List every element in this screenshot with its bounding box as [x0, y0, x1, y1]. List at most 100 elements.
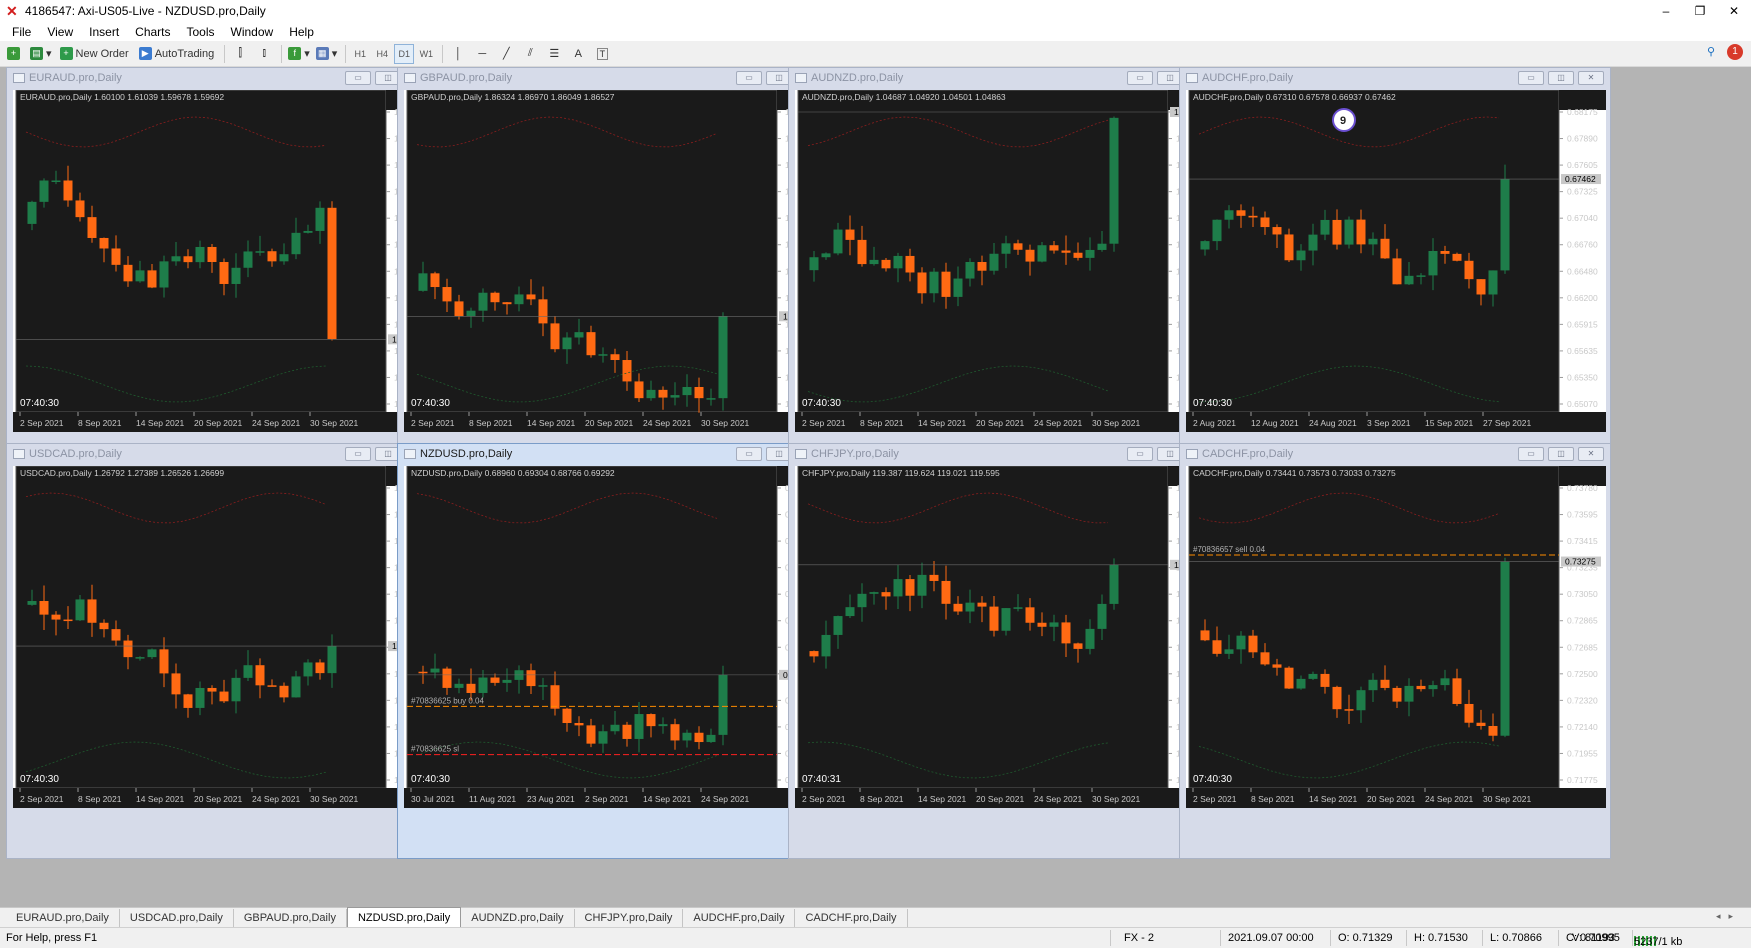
price-tick-label: 0.65070: [1567, 399, 1598, 409]
date-tick-label: 20 Sep 2021: [585, 418, 633, 428]
chart-window[interactable]: CADCHF.pro,Daily ▭ ◫ ✕ 0.73780 0.73595 0.73415…: [1179, 443, 1611, 859]
chart-tab[interactable]: USDCAD.pro,Daily: [120, 909, 234, 927]
horizontal-line-tool[interactable]: ─: [471, 44, 493, 64]
new-chart-button[interactable]: +: [4, 44, 26, 64]
chart-info-line: AUDNZD.pro,Daily 1.04687 1.04920 1.04501…: [802, 92, 1006, 102]
price-tick-label: 0.67890: [1567, 134, 1598, 144]
chart-window[interactable]: NZDUSD.pro,Daily▭◫✕0.716150.712850.70955…: [397, 443, 829, 859]
menu-window[interactable]: Window: [223, 25, 282, 39]
auto-trading-button[interactable]: ▶ AutoTrading: [135, 44, 219, 64]
new-chart-icon: +: [7, 47, 20, 60]
chart-window-icon: [795, 449, 807, 459]
timeframe-d1[interactable]: D1: [394, 43, 415, 64]
fibonacci-icon: ☰: [549, 48, 560, 60]
date-tick-label: 14 Sep 2021: [643, 794, 691, 804]
date-tick-label: 14 Sep 2021: [136, 794, 184, 804]
chart-window[interactable]: GBPAUD.pro,Daily▭◫✕1.895001.891101.88720…: [397, 67, 829, 483]
date-tick-label: 20 Sep 2021: [1367, 794, 1415, 804]
chart-info-line: CADCHF.pro,Daily 0.73441 0.73573 0.73033…: [1193, 468, 1396, 478]
close-button[interactable]: ✕: [1717, 0, 1751, 22]
menu-insert[interactable]: Insert: [81, 25, 127, 39]
price-tick-label: 0.71775: [1567, 775, 1598, 785]
new-order-button[interactable]: + New Order: [56, 44, 133, 64]
price-chart[interactable]: 1.288701.285001.281401.277701.274101.270…: [13, 466, 433, 808]
chart-tab[interactable]: GBPAUD.pro,Daily: [234, 909, 347, 927]
date-tick-label: 14 Sep 2021: [918, 418, 966, 428]
menu-file[interactable]: File: [4, 25, 39, 39]
timeframe-w1[interactable]: W1: [416, 44, 436, 64]
chart-window[interactable]: AUDCHF.pro,Daily ▭ ◫ ✕ 0.68175 0.67890 0.67605…: [1179, 67, 1611, 483]
chart-minimize-button[interactable]: ▭: [1518, 447, 1544, 461]
server-clock: 07:40:30: [1193, 398, 1232, 409]
chart-window[interactable]: CHFJPY.pro,Daily▭◫✕120.350120.090119.830…: [788, 443, 1220, 859]
channel-tool[interactable]: ⫽: [519, 44, 541, 64]
price-tick-label: 0.67325: [1567, 187, 1598, 197]
price-chart[interactable]: 1.622651.619651.616651.613651.610651.607…: [13, 90, 433, 432]
chart-minimize-button[interactable]: ▭: [1518, 71, 1544, 85]
chart-tab[interactable]: CHFJPY.pro,Daily: [575, 909, 684, 927]
restore-button[interactable]: ❐: [1683, 0, 1717, 22]
chart-window-icon: [13, 73, 25, 83]
label-tool-icon: T: [596, 47, 609, 60]
chart-tab[interactable]: AUDNZD.pro,Daily: [461, 909, 575, 927]
chart-maximize-button[interactable]: ◫: [1548, 71, 1574, 85]
date-tick-label: 24 Sep 2021: [252, 418, 300, 428]
chart-window[interactable]: AUDNZD.pro,Daily▭◫✕1.048631.046751.04485…: [788, 67, 1220, 483]
price-chart[interactable]: 1.048631.046751.044851.042901.041001.039…: [795, 90, 1215, 432]
text-tool[interactable]: A: [567, 44, 589, 64]
profiles-button[interactable]: ▤ ▾: [28, 44, 54, 64]
notification-badge[interactable]: 1: [1727, 44, 1743, 60]
timeframe-h1[interactable]: H1: [350, 44, 370, 64]
tab-scroll-arrows[interactable]: ◂▸: [1716, 911, 1741, 922]
chart-window[interactable]: EURAUD.pro,Daily▭◫✕1.622651.619651.61665…: [6, 67, 438, 483]
label-tool[interactable]: T: [591, 44, 613, 64]
templates-button[interactable]: ▦ ▾: [314, 44, 340, 64]
chart-tab[interactable]: CADCHF.pro,Daily: [795, 909, 908, 927]
menu-charts[interactable]: Charts: [127, 25, 178, 39]
candlestick-button[interactable]: ⫾: [253, 44, 275, 64]
menu-view[interactable]: View: [39, 25, 81, 39]
minimize-button[interactable]: –: [1649, 0, 1683, 22]
chart-minimize-button[interactable]: ▭: [1127, 447, 1153, 461]
chart-maximize-button[interactable]: ◫: [1548, 447, 1574, 461]
chart-minimize-button[interactable]: ▭: [736, 71, 762, 85]
chart-tab[interactable]: NZDUSD.pro,Daily: [346, 907, 462, 927]
menu-tools[interactable]: Tools: [179, 25, 223, 39]
date-tick-label: 24 Sep 2021: [252, 794, 300, 804]
indicators-button[interactable]: f ▾: [286, 44, 312, 64]
chart-minimize-button[interactable]: ▭: [1127, 71, 1153, 85]
chart-tab[interactable]: EURAUD.pro,Daily: [6, 909, 120, 927]
search-icon[interactable]: ⚲: [1707, 45, 1715, 58]
chart-minimize-button[interactable]: ▭: [736, 447, 762, 461]
fibonacci-tool[interactable]: ☰: [543, 44, 565, 64]
price-chart[interactable]: 0.737800.735950.734150.732350.730500.728…: [1186, 466, 1606, 808]
timeframe-h4[interactable]: H4: [372, 44, 392, 64]
date-tick-label: 24 Aug 2021: [1309, 418, 1357, 428]
chart-info-line: AUDCHF.pro,Daily 0.67310 0.67578 0.66937…: [1193, 92, 1396, 102]
price-tick-label: 0.66760: [1567, 240, 1598, 250]
chart-close-button[interactable]: ✕: [1578, 447, 1604, 461]
price-chart[interactable]: 120.350120.090119.830119.565119.305119.0…: [795, 466, 1215, 808]
price-chart[interactable]: 0.716150.712850.709550.706250.702950.699…: [404, 466, 824, 808]
trendline-tool[interactable]: ╱: [495, 44, 517, 64]
bar-low: L: 0.70866: [1490, 932, 1542, 944]
chart-window[interactable]: USDCAD.pro,Daily▭◫✕1.288701.285001.28140…: [6, 443, 438, 859]
date-tick-label: 24 Sep 2021: [701, 794, 749, 804]
chart-tab[interactable]: AUDCHF.pro,Daily: [683, 909, 796, 927]
price-tick-label: 0.72865: [1567, 616, 1598, 626]
vertical-line-tool[interactable]: │: [447, 44, 469, 64]
candle: [718, 665, 728, 746]
date-tick-label: 2 Aug 2021: [1193, 418, 1236, 428]
price-chart[interactable]: 0.68175 0.67890 0.67605 0.67325 0.67040 0.667…: [1186, 90, 1606, 432]
bar-chart-button[interactable]: ⫿: [229, 44, 251, 64]
title-bar: ✕ 4186547: Axi-US05-Live - NZDUSD.pro,Da…: [0, 0, 1751, 22]
price-tick-label: 0.65635: [1567, 346, 1598, 356]
chart-minimize-button[interactable]: ▭: [345, 71, 371, 85]
date-tick-label: 24 Sep 2021: [643, 418, 691, 428]
price-chart[interactable]: 1.895001.891101.887201.883401.879501.875…: [404, 90, 824, 432]
chart-close-button[interactable]: ✕: [1578, 71, 1604, 85]
alert-badge[interactable]: 9: [1332, 108, 1356, 132]
chart-minimize-button[interactable]: ▭: [345, 447, 371, 461]
current-price-label: 0.73275: [1565, 557, 1596, 567]
menu-help[interactable]: Help: [281, 25, 322, 39]
